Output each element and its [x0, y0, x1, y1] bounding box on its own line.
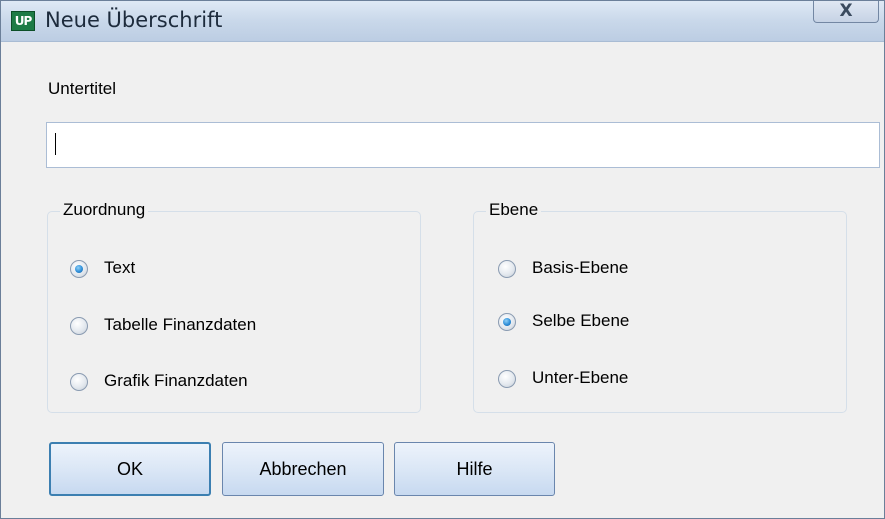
radio-basis-ebene[interactable] — [498, 260, 516, 278]
dialog-window: UP Neue Überschrift X Untertitel Zuordnu… — [0, 0, 885, 519]
radio-unter-ebene-label[interactable]: Unter-Ebene — [532, 368, 628, 388]
level-legend: Ebene — [486, 200, 542, 220]
radio-selbe-ebene-label[interactable]: Selbe Ebene — [532, 311, 629, 331]
cancel-button[interactable]: Abbrechen — [222, 442, 384, 496]
title-bar[interactable]: UP Neue Überschrift X — [1, 1, 884, 42]
level-group: Ebene — [473, 200, 847, 413]
app-logo-icon: UP — [11, 11, 35, 31]
radio-tabelle-finanzdaten[interactable] — [70, 317, 88, 335]
radio-selbe-ebene[interactable] — [498, 313, 516, 331]
radio-text-label[interactable]: Text — [104, 258, 135, 278]
radio-unter-ebene[interactable] — [498, 370, 516, 388]
radio-grafik-finanzdaten[interactable] — [70, 373, 88, 391]
help-button[interactable]: Hilfe — [394, 442, 555, 496]
close-icon: X — [839, 1, 853, 21]
subtitle-input[interactable] — [46, 122, 880, 168]
radio-tabelle-finanzdaten-label[interactable]: Tabelle Finanzdaten — [104, 315, 256, 335]
subtitle-label: Untertitel — [48, 79, 117, 98]
assignment-legend: Zuordnung — [60, 200, 149, 220]
window-title: Neue Überschrift — [45, 8, 223, 32]
radio-grafik-finanzdaten-label[interactable]: Grafik Finanzdaten — [104, 371, 248, 391]
radio-text[interactable] — [70, 260, 88, 278]
close-button[interactable]: X — [813, 1, 879, 23]
ok-button[interactable]: OK — [49, 442, 211, 496]
text-caret — [55, 133, 56, 155]
radio-basis-ebene-label[interactable]: Basis-Ebene — [532, 258, 628, 278]
